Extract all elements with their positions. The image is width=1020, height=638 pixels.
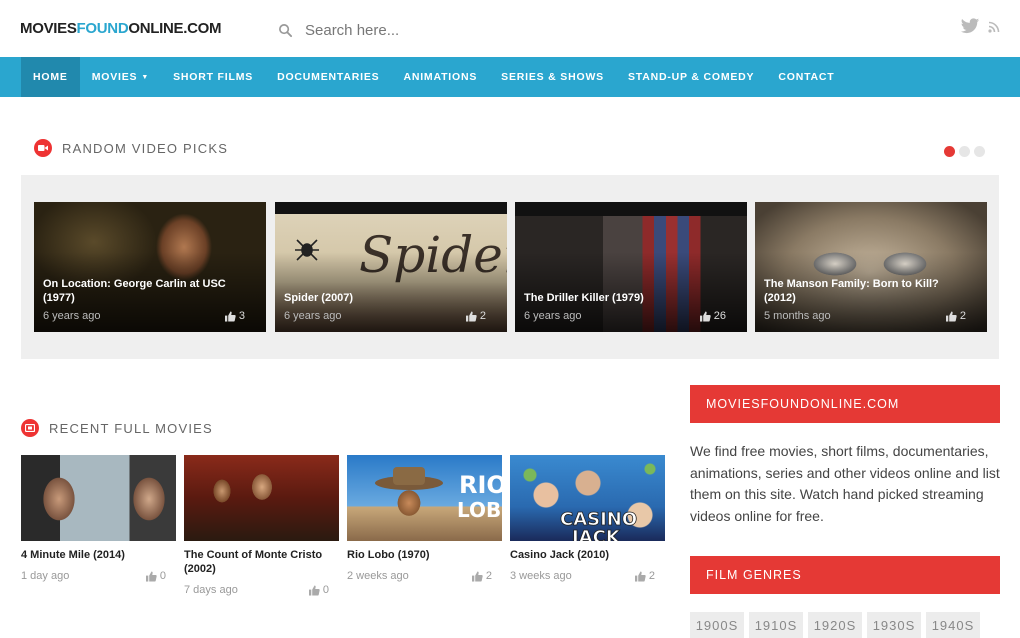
- genre-tag[interactable]: 1920S: [808, 612, 862, 638]
- search-box: [278, 18, 538, 42]
- site-logo[interactable]: MOVIESFOUNDONLINE.COM: [20, 20, 222, 37]
- genre-tag[interactable]: 1930S: [867, 612, 921, 638]
- site-header: MOVIESFOUNDONLINE.COM: [0, 0, 1020, 57]
- genre-tag[interactable]: 1940S: [926, 612, 980, 638]
- about-widget-heading: MOVIESFOUNDONLINE.COM: [690, 385, 1000, 423]
- thumbs-up-icon: [308, 584, 320, 596]
- carousel-dot-1[interactable]: [944, 146, 955, 157]
- search-icon[interactable]: [278, 23, 293, 38]
- genre-tag[interactable]: 1900S: [690, 612, 744, 638]
- thumbs-up-icon: [471, 570, 483, 582]
- rss-icon[interactable]: [988, 21, 1000, 33]
- carousel-dot-3[interactable]: [974, 146, 985, 157]
- random-picks-heading: RANDOM VIDEO PICKS: [34, 139, 228, 157]
- twitter-icon[interactable]: [960, 18, 980, 35]
- thumbs-up-icon: [145, 570, 157, 582]
- movie-thumbnail: [21, 455, 176, 541]
- nav-short-films[interactable]: SHORT FILMS: [161, 57, 265, 97]
- genres-widget-heading: FILM GENRES: [690, 556, 1000, 594]
- nav-series-shows[interactable]: SERIES & SHOWS: [489, 57, 616, 97]
- movie-card[interactable]: RIO LOBO Rio Lobo (1970) 2 weeks ago 2: [347, 455, 502, 582]
- nav-animations[interactable]: ANIMATIONS: [391, 57, 489, 97]
- movie-thumbnail: RIO LOBO: [347, 455, 502, 541]
- main-nav: HOME MOVIES ▼ SHORT FILMS DOCUMENTARIES A…: [0, 57, 1020, 97]
- search-input[interactable]: [305, 21, 525, 39]
- jack-poster-text: JACK: [570, 527, 621, 541]
- rio-poster-text: RIO: [459, 471, 502, 499]
- thumbs-up-icon: [465, 310, 477, 322]
- recent-movies-heading: RECENT FULL MOVIES: [21, 419, 213, 437]
- film-icon: [21, 419, 39, 437]
- video-camera-icon: [34, 139, 52, 157]
- nav-home[interactable]: HOME: [21, 57, 80, 97]
- thumbs-up-icon: [634, 570, 646, 582]
- thumbs-up-icon: [224, 310, 236, 322]
- nav-movies[interactable]: MOVIES ▼: [80, 57, 161, 97]
- movie-card[interactable]: CASINO JACK Casino Jack (2010) 3 weeks a…: [510, 455, 665, 582]
- nav-standup-comedy[interactable]: STAND-UP & COMEDY: [616, 57, 766, 97]
- movie-card[interactable]: The Count of Monte Cristo (2002) 7 days …: [184, 455, 339, 596]
- thumbs-up-icon: [945, 310, 957, 322]
- video-card[interactable]: Spider Spider (2007) 6 years ago 2: [275, 202, 507, 332]
- carousel-dot-2[interactable]: [959, 146, 970, 157]
- carousel-pagination: [944, 146, 985, 157]
- genre-tags: 1900S 1910S 1920S 1930S 1940S: [690, 612, 980, 638]
- video-card[interactable]: The Driller Killer (1979) 6 years ago 26: [515, 202, 747, 332]
- caret-down-icon: ▼: [141, 73, 150, 81]
- thumbs-up-icon: [699, 310, 711, 322]
- about-widget-text: We find free movies, short films, docume…: [690, 443, 1000, 524]
- genre-tag[interactable]: 1910S: [749, 612, 803, 638]
- lobo-poster-text: LOBO: [457, 498, 502, 522]
- video-card[interactable]: The Manson Family: Born to Kill? (2012) …: [755, 202, 987, 332]
- movie-card[interactable]: 4 Minute Mile (2014) 1 day ago 0: [21, 455, 176, 582]
- social-links: [960, 18, 1000, 35]
- video-card[interactable]: On Location: George Carlin at USC (1977)…: [34, 202, 266, 332]
- nav-contact[interactable]: CONTACT: [766, 57, 846, 97]
- nav-documentaries[interactable]: DOCUMENTARIES: [265, 57, 391, 97]
- movie-thumbnail: [184, 455, 339, 541]
- movie-thumbnail: CASINO JACK: [510, 455, 665, 541]
